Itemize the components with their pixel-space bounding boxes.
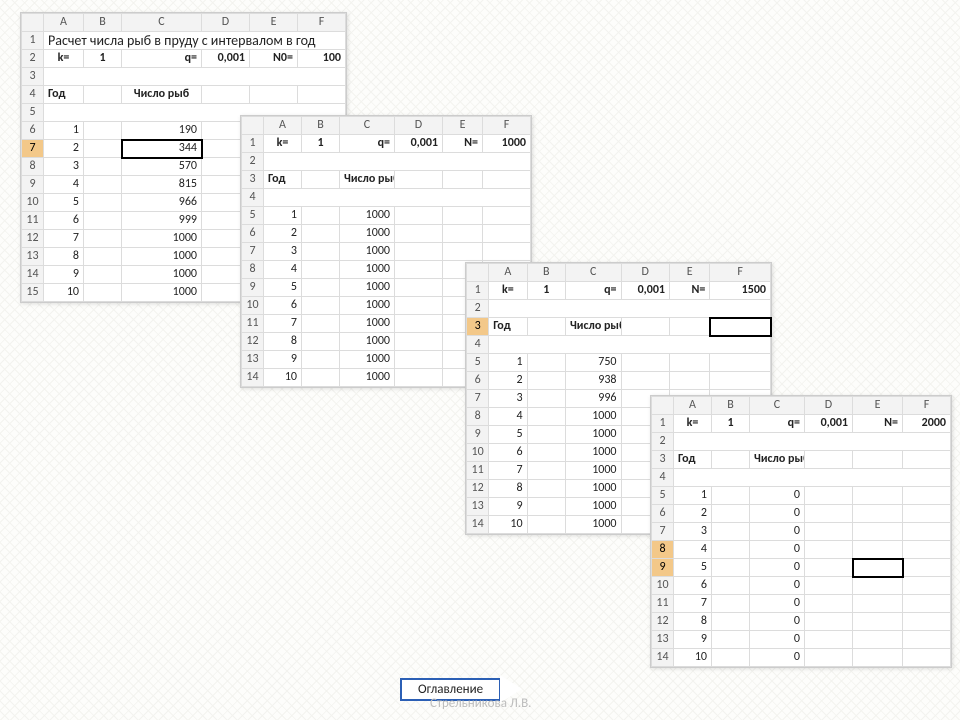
credit-text: Стрельникова Л.В. (430, 696, 531, 711)
sheet-title: Расчет числа рыб в пруду с интервалом в … (44, 32, 346, 50)
col-year: Год (44, 86, 84, 104)
selected-cell[interactable] (853, 559, 903, 577)
col-headers: ABC DEF (22, 14, 346, 32)
selected-cell[interactable]: 344 (122, 140, 202, 158)
col-fishcount: Число рыб (122, 86, 202, 104)
spreadsheet-4: ABC DEF 1 k=1 q=0,001 N=2000 2 3 ГодЧисл… (650, 395, 952, 668)
selected-cell[interactable] (710, 318, 771, 336)
